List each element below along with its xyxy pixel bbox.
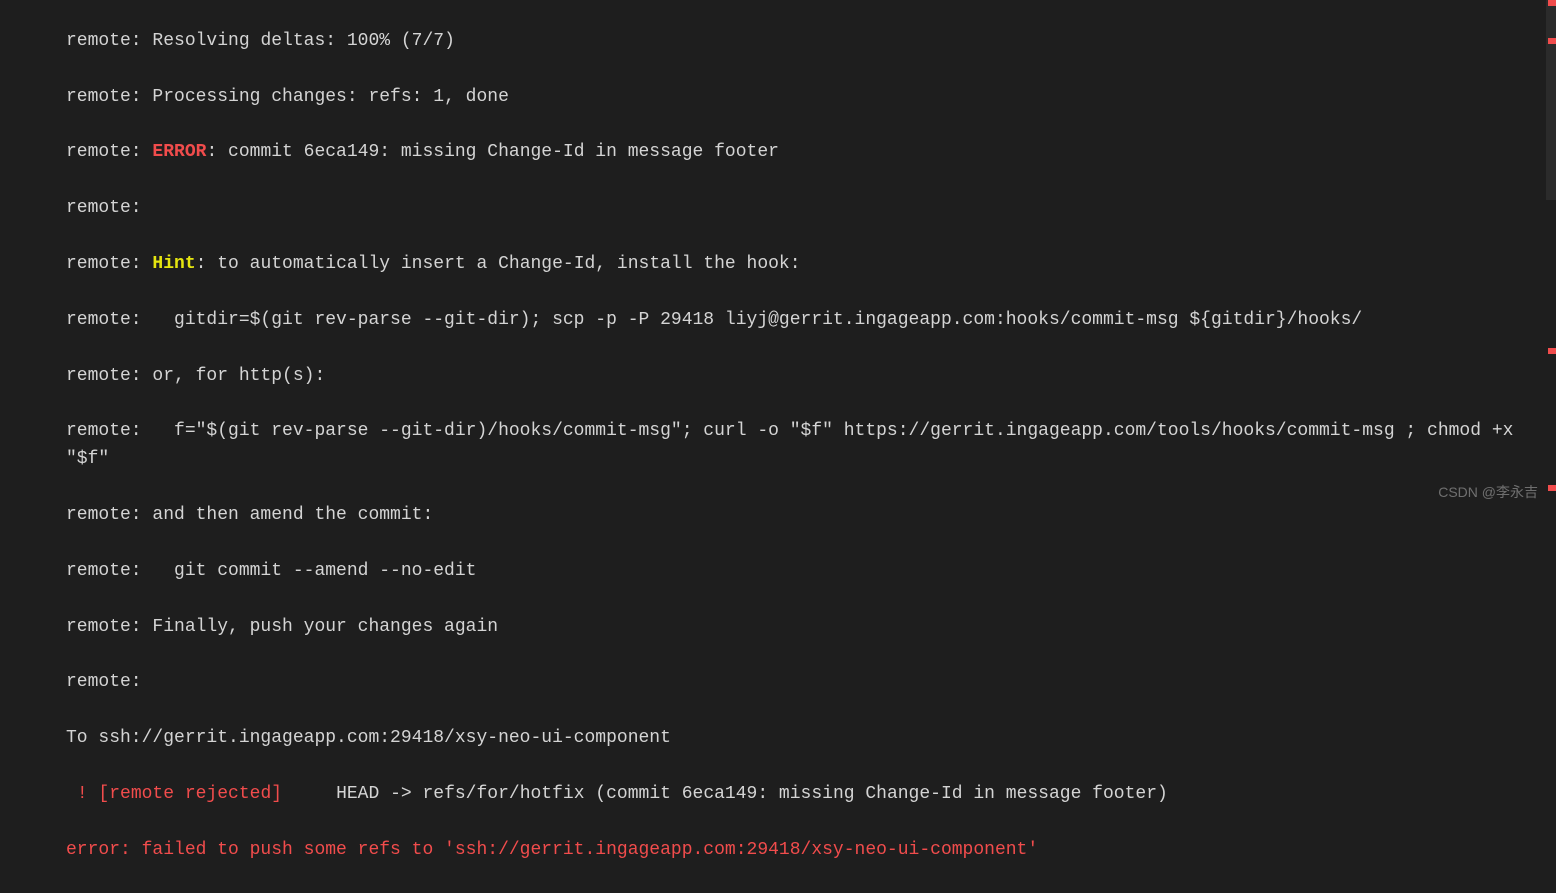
terminal-line: To ssh://gerrit.ingageapp.com:29418/xsy-… xyxy=(66,725,1556,753)
terminal-line: remote: Processing changes: refs: 1, don… xyxy=(66,84,1556,112)
terminal-line: remote: gitdir=$(git rev-parse --git-dir… xyxy=(66,307,1556,335)
terminal-line: ! [remote rejected] HEAD -> refs/for/hot… xyxy=(66,781,1556,809)
terminal-line: remote: or, for http(s): xyxy=(66,363,1556,391)
hint-keyword: Hint xyxy=(152,254,195,274)
error-marker-icon[interactable] xyxy=(1548,348,1556,354)
remote-prefix: remote: xyxy=(66,87,152,107)
terminal-line: remote: ERROR: commit 6eca149: missing C… xyxy=(66,139,1556,167)
terminal-line: remote: Resolving deltas: 100% (7/7) xyxy=(66,28,1556,56)
terminal-text: Resolving deltas: 100% (7/7) xyxy=(152,31,454,51)
terminal-line: remote: git commit --amend --no-edit xyxy=(66,558,1556,586)
terminal-text: : to automatically insert a Change-Id, i… xyxy=(196,254,801,274)
terminal-output[interactable]: remote: Resolving deltas: 100% (7/7) rem… xyxy=(66,0,1556,893)
terminal-line: remote: and then amend the commit: xyxy=(66,502,1556,530)
rejected-label: ! [remote rejected] xyxy=(66,784,336,804)
terminal-text: HEAD -> refs/for/hotfix (commit 6eca149:… xyxy=(336,784,1168,804)
remote-prefix: remote: xyxy=(66,31,152,51)
terminal-line: remote: f="$(git rev-parse --git-dir)/ho… xyxy=(66,418,1556,474)
terminal-line: remote: Hint: to automatically insert a … xyxy=(66,251,1556,279)
remote-prefix: remote: xyxy=(66,254,152,274)
terminal-text: : commit 6eca149: missing Change-Id in m… xyxy=(206,142,779,162)
remote-prefix: remote: xyxy=(66,142,152,162)
terminal-line: remote: Finally, push your changes again xyxy=(66,614,1556,642)
terminal-text: Processing changes: refs: 1, done xyxy=(152,87,508,107)
error-keyword: ERROR xyxy=(152,142,206,162)
terminal-line: remote: xyxy=(66,195,1556,223)
minimap-viewport[interactable] xyxy=(1546,0,1556,200)
scrollbar[interactable] xyxy=(1542,0,1556,520)
terminal-error-line: error: failed to push some refs to 'ssh:… xyxy=(66,837,1556,865)
error-marker-icon[interactable] xyxy=(1548,0,1556,6)
terminal-line: remote: xyxy=(66,669,1556,697)
error-marker-icon[interactable] xyxy=(1548,38,1556,44)
error-marker-icon[interactable] xyxy=(1548,485,1556,491)
